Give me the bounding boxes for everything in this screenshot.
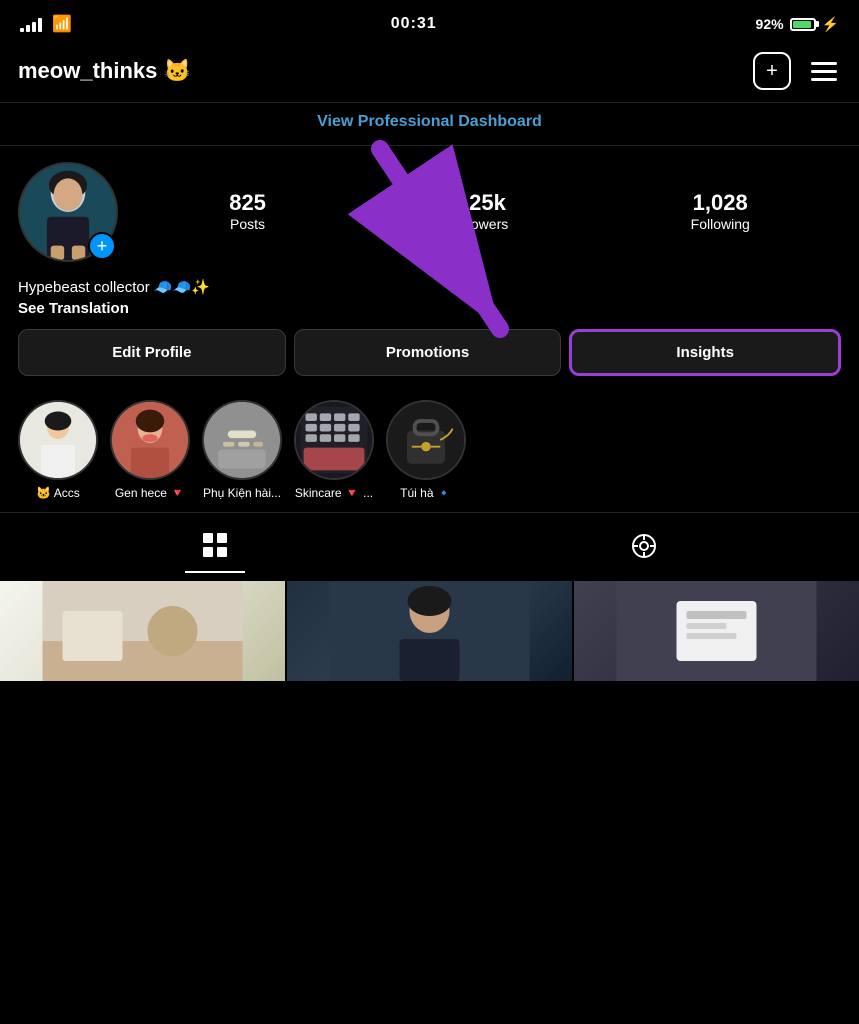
tagged-tab[interactable] [614,526,674,572]
status-left: 📶 [20,14,72,34]
battery-icon [790,18,816,31]
grid-image-3 [574,581,859,681]
posts-grid [0,581,859,681]
profile-header: meow_thinks 🐱 + [0,44,859,102]
battery-percent: 92% [756,16,784,32]
followers-stat[interactable]: 3,25k Followers [448,190,508,234]
story-item-4[interactable]: Skincare 🔻 ... [294,400,374,500]
story-circle-5 [386,400,466,480]
tagged-icon [630,532,658,560]
grid-icon [201,531,229,559]
story-label-3: Phụ Kiện hài... [203,486,281,500]
charging-icon: ⚡ [822,16,839,33]
story-label-1: 🐱 Accs [36,486,80,500]
grid-thumb-1[interactable] [0,581,285,681]
action-section: Edit Profile Promotions Insights [0,329,859,392]
add-content-button[interactable]: + [753,52,791,90]
story-circle-3 [202,400,282,480]
story-circle-1 [18,400,98,480]
posts-stat[interactable]: 825 Posts [229,190,266,234]
menu-button[interactable] [807,58,841,85]
story-image-5 [388,400,464,480]
story-thumbnail-4 [296,402,372,478]
story-item-3[interactable]: Phụ Kiện hài... [202,400,282,500]
battery-area: 92% ⚡ [756,16,839,33]
profile-info: + 825 Posts 3,25k Followers 1,028 Follow… [0,146,859,270]
story-image-1 [20,400,96,480]
grid-thumb-2[interactable] [287,581,572,681]
add-story-button[interactable]: + [88,232,116,260]
story-circle-4 [294,400,374,480]
grid-image-2 [287,581,572,681]
edit-profile-button[interactable]: Edit Profile [18,329,286,376]
signal-icon [20,16,42,32]
story-item-2[interactable]: Gen hece 🔻 [110,400,190,500]
wifi-icon: 📶 [52,14,72,34]
avatar-container: + [18,162,118,262]
promotions-label: Promotions [386,344,469,361]
story-thumbnail-2 [112,402,188,478]
story-thumbnail-3 [204,402,280,478]
edit-profile-label: Edit Profile [112,344,191,361]
username-display: meow_thinks 🐱 [18,58,191,84]
menu-line-2 [811,70,837,73]
insights-label: Insights [676,344,734,361]
story-circle-2 [110,400,190,480]
header-actions: + [753,52,841,90]
followers-label: Followers [448,216,508,232]
bio-section: Hypebeast collector 🧢🧢✨ See Translation [0,270,859,329]
plus-icon: + [766,60,778,83]
insights-button[interactable]: Insights [569,329,841,376]
grid-thumb-3[interactable] [574,581,859,681]
pro-dashboard-link[interactable]: View Professional Dashboard [317,113,542,130]
story-image-4 [296,400,372,480]
menu-line-3 [811,78,837,81]
story-label-5: Túi hà 🔹 [400,486,452,500]
story-label-2: Gen hece 🔻 [115,486,185,500]
bottom-navigation [0,512,859,581]
story-image-3 [204,400,280,480]
clock: 00:31 [391,15,437,33]
following-stat[interactable]: 1,028 Following [691,190,750,234]
see-translation-button[interactable]: See Translation [18,300,841,317]
grid-tab[interactable] [185,525,245,573]
story-item-5[interactable]: Túi hà 🔹 [386,400,466,500]
story-image-2 [112,400,188,480]
menu-line-1 [811,62,837,65]
pro-dashboard-banner[interactable]: View Professional Dashboard [0,102,859,146]
story-label-4: Skincare 🔻 ... [295,486,373,500]
following-count: 1,028 [691,190,750,216]
story-item-1[interactable]: 🐱 Accs [18,400,98,500]
action-buttons: Edit Profile Promotions Insights [0,329,859,392]
followers-count: 3,25k [448,190,508,216]
profile-stats: 825 Posts 3,25k Followers 1,028 Followin… [138,190,841,234]
bio-text: Hypebeast collector 🧢🧢✨ [18,278,841,296]
posts-count: 825 [229,190,266,216]
promotions-button[interactable]: Promotions [294,329,562,376]
posts-label: Posts [230,216,265,232]
status-bar: 📶 00:31 92% ⚡ [0,0,859,44]
stories-row: 🐱 Accs Gen hece 🔻 [0,392,859,504]
grid-image-1 [0,581,285,681]
story-thumbnail-5 [388,402,464,478]
story-thumbnail-1 [20,402,96,478]
following-label: Following [691,216,750,232]
